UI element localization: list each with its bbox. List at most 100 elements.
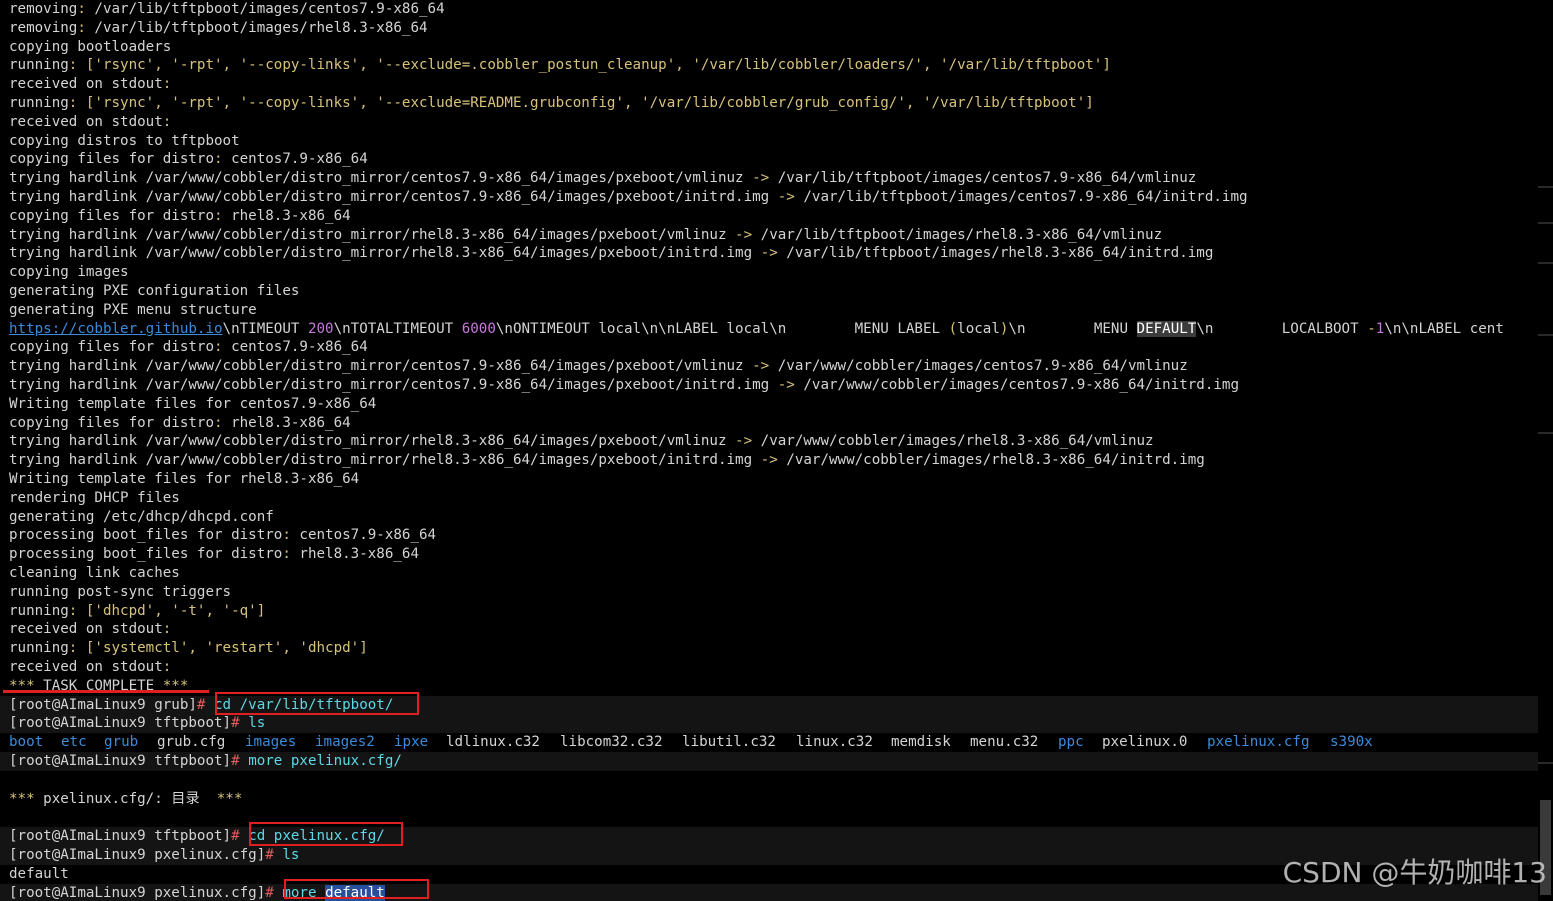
text-segment: received on stdout bbox=[9, 621, 163, 638]
text-segment: : bbox=[214, 207, 223, 224]
text-segment: -> bbox=[777, 377, 795, 393]
output-line: copying files for distro: centos7.9-x86_… bbox=[9, 150, 368, 169]
text-segment: generating PXE menu structure bbox=[9, 301, 257, 318]
output-line: copying distros to tftpboot bbox=[9, 132, 240, 151]
text-segment: -> bbox=[735, 433, 753, 450]
output-line: processing boot_files for distro: rhel8.… bbox=[9, 545, 419, 564]
text-segment: : bbox=[282, 546, 291, 563]
text-segment: trying hardlink /var/www/cobbler/distro_… bbox=[9, 226, 736, 243]
terminal-window[interactable]: removing: /var/lib/tftpboot/images/cento… bbox=[0, 0, 1553, 901]
text-segment: ls bbox=[248, 715, 266, 732]
output-line: https://cobbler.github.io\nTIMEOUT 200\n… bbox=[9, 320, 1504, 339]
text-segment: -> bbox=[777, 189, 795, 205]
output-line: *** pxelinux.cfg/: 目录 *** bbox=[9, 790, 242, 809]
text-segment: running bbox=[9, 640, 69, 657]
ls-file-entry: menu.c32 bbox=[970, 734, 1039, 751]
ls-directory-entry: ipxe bbox=[394, 734, 429, 751]
watermark: CSDN @牛奶咖啡13 bbox=[1282, 856, 1547, 889]
text-segment: processing boot_files for distro bbox=[9, 546, 283, 563]
output-line: rendering DHCP files bbox=[9, 489, 180, 508]
text-segment: : bbox=[77, 1, 86, 17]
text-segment: trying hardlink /var/www/cobbler/distro_… bbox=[9, 377, 778, 393]
output-line: generating /etc/dhcp/dhcpd.conf bbox=[9, 508, 274, 527]
output-line: running: ['rsync', '-rpt', '--copy-links… bbox=[9, 94, 1094, 113]
text-segment: centos7.9-x86_64 bbox=[222, 339, 368, 356]
text-segment: /var/lib/tftpboot/images/rhel8.3-x86_64/… bbox=[752, 226, 1163, 243]
text-segment: rhel8.3-x86_64 bbox=[222, 414, 351, 431]
text-segment: /var/lib/tftpboot/images/rhel8.3-x86_64 bbox=[85, 19, 428, 36]
text-segment: centos7.9-x86_64 bbox=[222, 151, 368, 168]
output-line: running: ['rsync', '-rpt', '--copy-links… bbox=[9, 56, 1111, 75]
url-link[interactable]: https://cobbler.github.io bbox=[9, 321, 223, 337]
text-segment: Writing template files for centos7.9-x86… bbox=[9, 395, 377, 412]
text-segment: 200 bbox=[307, 320, 334, 337]
text-segment: ls bbox=[282, 847, 300, 863]
output-line: trying hardlink /var/www/cobbler/distro_… bbox=[9, 169, 1196, 188]
text-segment: /var/lib/tftpboot/images/centos7.9-x86_6… bbox=[769, 170, 1197, 187]
text-segment: generating /etc/dhcp/dhcpd.conf bbox=[9, 508, 274, 525]
text-segment: copying bootloaders bbox=[9, 38, 172, 55]
output-line: copying files for distro: rhel8.3-x86_64 bbox=[9, 207, 351, 226]
output-line: cleaning link caches bbox=[9, 564, 180, 583]
text-segment: : bbox=[162, 659, 172, 675]
output-line: trying hardlink /var/www/cobbler/distro_… bbox=[9, 376, 1239, 395]
text-segment: : ['dhcpd', '-t', '-q'] bbox=[68, 602, 266, 619]
output-line: processing boot_files for distro: centos… bbox=[9, 526, 436, 545]
output-line: trying hardlink /var/www/cobbler/distro_… bbox=[9, 188, 1248, 207]
scrollbar-marker bbox=[1538, 432, 1553, 434]
output-line: generating PXE menu structure bbox=[9, 301, 257, 320]
text-segment: running bbox=[9, 95, 69, 111]
output-line: trying hardlink /var/www/cobbler/distro_… bbox=[9, 226, 1162, 245]
text-segment: : bbox=[77, 19, 86, 36]
text-segment: copying distros to tftpboot bbox=[9, 132, 240, 149]
text-segment: : bbox=[162, 76, 172, 93]
annotation-box-cd-pxelinux bbox=[249, 822, 403, 846]
text-segment: *** bbox=[216, 790, 243, 807]
text-segment bbox=[240, 753, 249, 769]
text-segment: rhel8.3-x86_64 bbox=[222, 207, 351, 224]
text-segment: \n MENU bbox=[1008, 320, 1137, 337]
text-segment: /var/www/cobbler/images/centos7.9-x86_64… bbox=[769, 358, 1188, 375]
annotation-box-more-default bbox=[284, 879, 429, 899]
text-segment: : ['rsync', '-rpt', '--copy-links', '--e… bbox=[68, 95, 1094, 111]
text-segment: centos7.9-x86_64 bbox=[290, 527, 437, 544]
prompt-line: [root@AImaLinux9 pxelinux.cfg]# ls bbox=[9, 846, 299, 865]
ls-directory-entry: grub bbox=[104, 734, 139, 751]
ls-file-entry: libcom32.c32 bbox=[560, 734, 663, 751]
text-segment: trying hardlink /var/www/cobbler/distro_… bbox=[9, 433, 736, 450]
output-line: copying files for distro: centos7.9-x86_… bbox=[9, 338, 368, 357]
output-line: trying hardlink /var/www/cobbler/distro_… bbox=[9, 357, 1188, 376]
text-segment: -> bbox=[760, 452, 778, 469]
text-segment: # bbox=[231, 715, 240, 732]
output-line: removing: /var/lib/tftpboot/images/rhel8… bbox=[9, 19, 428, 38]
text-segment: generating PXE configuration files bbox=[9, 283, 300, 299]
output-line: generating PXE configuration files bbox=[9, 282, 299, 301]
text-segment: : bbox=[162, 113, 172, 130]
output-line: received on stdout: bbox=[9, 620, 171, 639]
text-segment: Writing template files for rhel8.3-x86_6… bbox=[9, 471, 360, 487]
text-segment: [root@AImaLinux9 pxelinux.cfg] bbox=[9, 884, 266, 901]
text-segment: rhel8.3-x86_64 bbox=[290, 546, 420, 563]
prompt-line: [root@AImaLinux9 tftpboot]# more pxelinu… bbox=[9, 752, 402, 771]
ls-directory-entry: images2 bbox=[315, 734, 375, 751]
output-line: trying hardlink /var/www/cobbler/distro_… bbox=[9, 244, 1213, 263]
text-segment: \nTOTALTIMEOUT bbox=[333, 320, 462, 337]
text-segment: # bbox=[265, 847, 274, 863]
ls-directory-entry: boot bbox=[9, 734, 44, 751]
output-line: Writing template files for centos7.9-x86… bbox=[9, 395, 376, 414]
text-segment: removing bbox=[9, 19, 78, 36]
text-segment: /var/www/cobbler/images/rhel8.3-x86_64/i… bbox=[777, 452, 1205, 469]
output-line: running: ['systemctl', 'restart', 'dhcpd… bbox=[9, 639, 368, 658]
ls-file-entry: memdisk bbox=[891, 734, 951, 751]
ls-directory-entry: s390x bbox=[1330, 734, 1373, 751]
ls-file-entry: libutil.c32 bbox=[682, 734, 776, 751]
scrollbar-marker bbox=[1538, 222, 1553, 224]
ls-file-entry: pxelinux.0 bbox=[1102, 734, 1188, 751]
vertical-scrollbar[interactable] bbox=[1538, 0, 1553, 901]
text-segment: 6000 bbox=[461, 320, 496, 337]
output-line: running: ['dhcpd', '-t', '-q'] bbox=[9, 602, 265, 621]
text-segment: 1 bbox=[1375, 320, 1385, 337]
output-line: removing: /var/lib/tftpboot/images/cento… bbox=[9, 0, 445, 19]
text-segment: [root@AImaLinux9 pxelinux.cfg] bbox=[9, 847, 266, 863]
scrollbar-marker bbox=[1538, 334, 1553, 336]
